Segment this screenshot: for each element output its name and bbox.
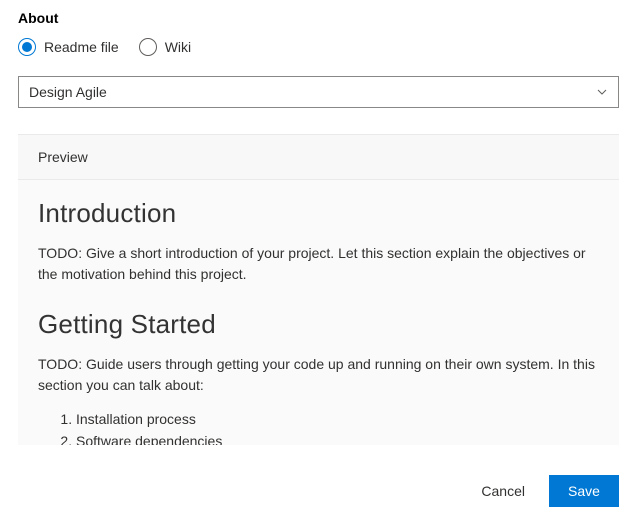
dropdown-selected-text: Design Agile	[29, 84, 107, 100]
preview-list: Installation process Software dependenci…	[76, 408, 599, 445]
radio-readme[interactable]: Readme file	[18, 38, 119, 56]
radio-wiki-label: Wiki	[165, 39, 191, 55]
preview-body: Introduction TODO: Give a short introduc…	[18, 180, 619, 445]
preview-started-heading: Getting Started	[38, 309, 599, 340]
list-item: Installation process	[76, 408, 599, 430]
preview-tab[interactable]: Preview	[38, 149, 88, 165]
footer-buttons: Cancel Save	[465, 475, 619, 507]
radio-readme-label: Readme file	[44, 39, 119, 55]
list-item: Software dependencies	[76, 430, 599, 445]
preview-intro-text: TODO: Give a short introduction of your …	[38, 243, 599, 285]
cancel-button[interactable]: Cancel	[465, 475, 541, 507]
radio-wiki[interactable]: Wiki	[139, 38, 191, 56]
about-radio-group: Readme file Wiki	[18, 38, 619, 56]
radio-icon	[139, 38, 157, 56]
save-button[interactable]: Save	[549, 475, 619, 507]
preview-intro-heading: Introduction	[38, 198, 599, 229]
preview-started-text: TODO: Guide users through getting your c…	[38, 354, 599, 396]
radio-icon	[18, 38, 36, 56]
readme-file-dropdown[interactable]: Design Agile	[18, 76, 619, 108]
preview-tab-bar: Preview	[18, 135, 619, 180]
chevron-down-icon	[596, 86, 608, 98]
section-title: About	[18, 10, 619, 26]
preview-panel: Preview Introduction TODO: Give a short …	[18, 134, 619, 445]
